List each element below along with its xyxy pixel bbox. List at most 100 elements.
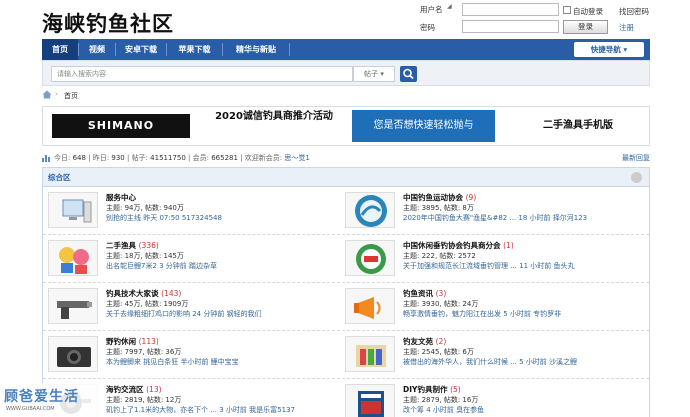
nav-item-home[interactable]: 首页 — [42, 39, 78, 60]
auto-login-label[interactable]: 自动登录 — [573, 6, 603, 17]
forum-stats: 主题: 94万, 帖数: 940万 — [106, 204, 184, 212]
forum-name[interactable]: 服务中心 — [106, 192, 136, 203]
forum-item: 中国钓鱼运动协会 (9) 主题: 3895, 帖数: 8万 2020年中国钓鱼大赛"… — [340, 187, 640, 235]
banner-promotion[interactable]: 2020诚信钓具商推介活动 — [205, 107, 343, 145]
banner-shimano[interactable]: SHIMANO — [52, 114, 190, 138]
new-post-count: (113) — [138, 337, 159, 346]
banner-mobile[interactable]: 二手渔具手机版 — [506, 107, 650, 145]
watermark-url: WWW.GUBAAI.COM — [6, 406, 55, 412]
username-input[interactable] — [462, 3, 559, 16]
forum-zone: 综合区 服务中心 主题: 94万, 帖数: 940万 别抢的主线 昨天 07:50… — [42, 167, 650, 417]
forum-stats: 主题: 3895, 帖数: 8万 — [403, 204, 474, 212]
forum-row: 海钓交流区 (13) 主题: 2819, 帖数: 12万 矶钓上了1.1米的大物，亦… — [43, 379, 649, 417]
camera-icon[interactable] — [48, 336, 98, 372]
last-post-link[interactable]: 被借出的海外华人，我们什么时候 ... 5 小时前 沙溪之鲤 — [403, 357, 638, 367]
chevron-down-icon: ▾ — [380, 70, 384, 78]
last-post-link[interactable]: 2020年中国钓鱼大赛"渔星&#82 ... 18 小时前 择尔河123 — [403, 213, 638, 223]
new-post-count: (9) — [465, 193, 477, 202]
badge-icon[interactable] — [345, 240, 395, 276]
new-post-count: (5) — [450, 385, 461, 394]
last-post-link[interactable]: 改个筹 4 小时前 臭在参鱼 — [403, 405, 638, 415]
forum-stats: 主题: 2879, 帖数: 16万 — [403, 396, 479, 404]
last-post-link[interactable]: 畅享激情垂钓，魅力阳江在出发 5 小时前 专钓罗非 — [403, 309, 638, 319]
forum-item: 钓友文苑 (2) 主题: 2545, 帖数: 6万 被借出的海外华人，我们什么时候 … — [340, 331, 640, 379]
quick-nav-button[interactable]: 快捷导航 ▾ — [574, 42, 644, 57]
banner-strip: SHIMANO 2020诚信钓具商推介活动 您是否想快速轻松抛与 二手渔具手机版 — [42, 106, 650, 146]
latest-reply-link[interactable]: 最新回复 — [622, 153, 650, 163]
book-icon[interactable] — [345, 384, 395, 417]
search-icon — [403, 68, 414, 80]
forum-row: 服务中心 主题: 94万, 帖数: 940万 别抢的主线 昨天 07:50 517… — [43, 187, 649, 235]
last-post-link[interactable]: 本为鲤鲫来 挑见白条狂 半小时前 鲤中宝宝 — [106, 357, 341, 367]
new-post-count: (336) — [138, 241, 159, 250]
last-post-link[interactable]: 关于去缘粗细打鸡口的影响 24 分钟前 钢轻的我们 — [106, 309, 341, 319]
nav-item-video[interactable]: 视频 — [79, 39, 115, 60]
login-form: 用户名 ◢ 自动登录 找回密码 密码 登录 注册 — [420, 2, 690, 36]
zone-title[interactable]: 综合区 — [48, 172, 71, 183]
breadcrumb-separator: › — [55, 90, 58, 98]
forum-row: 钓具技术大家谈 (143) 主题: 45万, 帖数: 1909万 关于去缘粗细打鸡口… — [43, 283, 649, 331]
forum-name[interactable]: 二手渔具 (336) — [106, 240, 159, 251]
nav-item-android[interactable]: 安卓下载 — [116, 39, 166, 60]
login-button[interactable]: 登录 — [563, 20, 608, 34]
caret-down-icon: ▾ — [623, 45, 628, 54]
chevron-down-icon[interactable]: ◢ — [447, 3, 452, 10]
forum-stats: 主题: 7997, 帖数: 36万 — [106, 348, 182, 356]
forum-name[interactable]: DIY钓具制作 (5) — [403, 384, 461, 395]
main-nav: 首页 视频 安卓下载 苹果下载 精华与新贴 快捷导航 ▾ — [42, 39, 650, 60]
forum-name[interactable]: 钓鱼资讯 (3) — [403, 288, 446, 299]
new-post-count: (2) — [435, 337, 447, 346]
zone-header: 综合区 — [43, 168, 649, 187]
forum-item: DIY钓具制作 (5) 主题: 2879, 帖数: 16万 改个筹 4 小时前 臭在… — [340, 379, 640, 417]
forum-name[interactable]: 野钓休闲 (113) — [106, 336, 159, 347]
stats-line: 今日: 648 | 昨日: 930 | 帖子: 41511750 | 会员: 6… — [54, 154, 310, 162]
forum-item: 钓具技术大家谈 (143) 主题: 45万, 帖数: 1909万 关于去缘粗细打鸡口… — [43, 283, 343, 331]
search-scope-select[interactable]: 帖子 ▾ — [353, 66, 395, 82]
new-post-count: (3) — [435, 289, 447, 298]
nav-item-ios[interactable]: 苹果下载 — [167, 39, 222, 60]
forum-name[interactable]: 海钓交流区 (13) — [106, 384, 162, 395]
forum-stats: 主题: 18万, 帖数: 145万 — [106, 252, 184, 260]
forum-item: 中国休闲垂钓协会钓具商分会 (1) 主题: 222, 帖数: 2572 关于加强和规… — [340, 235, 640, 283]
forum-stats: 主题: 3930, 帖数: 24万 — [403, 300, 479, 308]
computer-icon[interactable] — [48, 192, 98, 228]
last-post-link[interactable]: 矶钓上了1.1米的大物，亦名下个 ... 3 小时前 我是乐富5137 — [106, 405, 341, 415]
forum-name[interactable]: 中国钓鱼运动协会 (9) — [403, 192, 476, 203]
last-post-link[interactable]: 别抢的主线 昨天 07:50 517324548 — [106, 213, 341, 223]
register-link[interactable]: 注册 — [619, 22, 634, 33]
new-post-count: (1) — [503, 241, 514, 250]
forum-row: 二手渔具 (336) 主题: 18万, 帖数: 145万 出名鸵巨鲤7米2 3 分钟… — [43, 235, 649, 283]
forum-stats: 主题: 45万, 帖数: 1909万 — [106, 300, 189, 308]
forum-item: 钓鱼资讯 (3) 主题: 3930, 帖数: 24万 畅享激情垂钓，魅力阳江在出发 … — [340, 283, 640, 331]
password-input[interactable] — [462, 20, 559, 33]
search-input[interactable]: 请输入搜索内容 — [51, 66, 353, 82]
last-post-link[interactable]: 关于加强和规范长江流域垂钓管理 ... 11 小时前 鱼头丸 — [403, 261, 638, 271]
forum-name[interactable]: 钓友文苑 (2) — [403, 336, 446, 347]
site-logo[interactable]: 海峡钓鱼社区 — [42, 8, 174, 38]
quick-nav-label: 快捷导航 — [590, 45, 621, 54]
forgot-password-link[interactable]: 找回密码 — [619, 6, 649, 17]
forum-row: 野钓休闲 (113) 主题: 7997, 帖数: 36万 本为鲤鲫来 挑见白条狂 半… — [43, 331, 649, 379]
search-button[interactable] — [400, 66, 417, 82]
collapse-icon[interactable] — [631, 172, 642, 183]
mascot-icon[interactable] — [48, 240, 98, 276]
megaphone-icon[interactable] — [345, 288, 395, 324]
nav-item-featured[interactable]: 精华与新贴 — [223, 39, 289, 60]
forum-name[interactable]: 中国休闲垂钓协会钓具商分会 (1) — [403, 240, 514, 251]
search-bar: 请输入搜索内容 帖子 ▾ — [42, 60, 650, 86]
watermark-text: 顾爸爱生活 — [4, 389, 79, 405]
new-member-link[interactable]: 思～觉1 — [284, 154, 309, 162]
banner-casting[interactable]: 您是否想快速轻松抛与 — [352, 110, 495, 142]
last-post-link[interactable]: 出名鸵巨鲤7米2 3 分钟前 踏边杂草 — [106, 261, 341, 271]
association-logo-icon[interactable] — [345, 192, 395, 228]
pens-icon[interactable] — [345, 336, 395, 372]
gun-icon[interactable] — [48, 288, 98, 324]
forum-item: 野钓休闲 (113) 主题: 7997, 帖数: 36万 本为鲤鲫来 挑见白条狂 半… — [43, 331, 343, 379]
forum-stats: 主题: 2819, 帖数: 12万 — [106, 396, 182, 404]
home-icon[interactable] — [42, 90, 52, 101]
watermark: 顾爸爱生活 WWW.GUBAAI.COM — [0, 383, 98, 417]
forum-name[interactable]: 钓具技术大家谈 (143) — [106, 288, 181, 299]
forum-stats: 主题: 222, 帖数: 2572 — [403, 252, 476, 260]
breadcrumb: › 首页 — [42, 90, 650, 104]
auto-login-checkbox[interactable] — [563, 6, 571, 14]
